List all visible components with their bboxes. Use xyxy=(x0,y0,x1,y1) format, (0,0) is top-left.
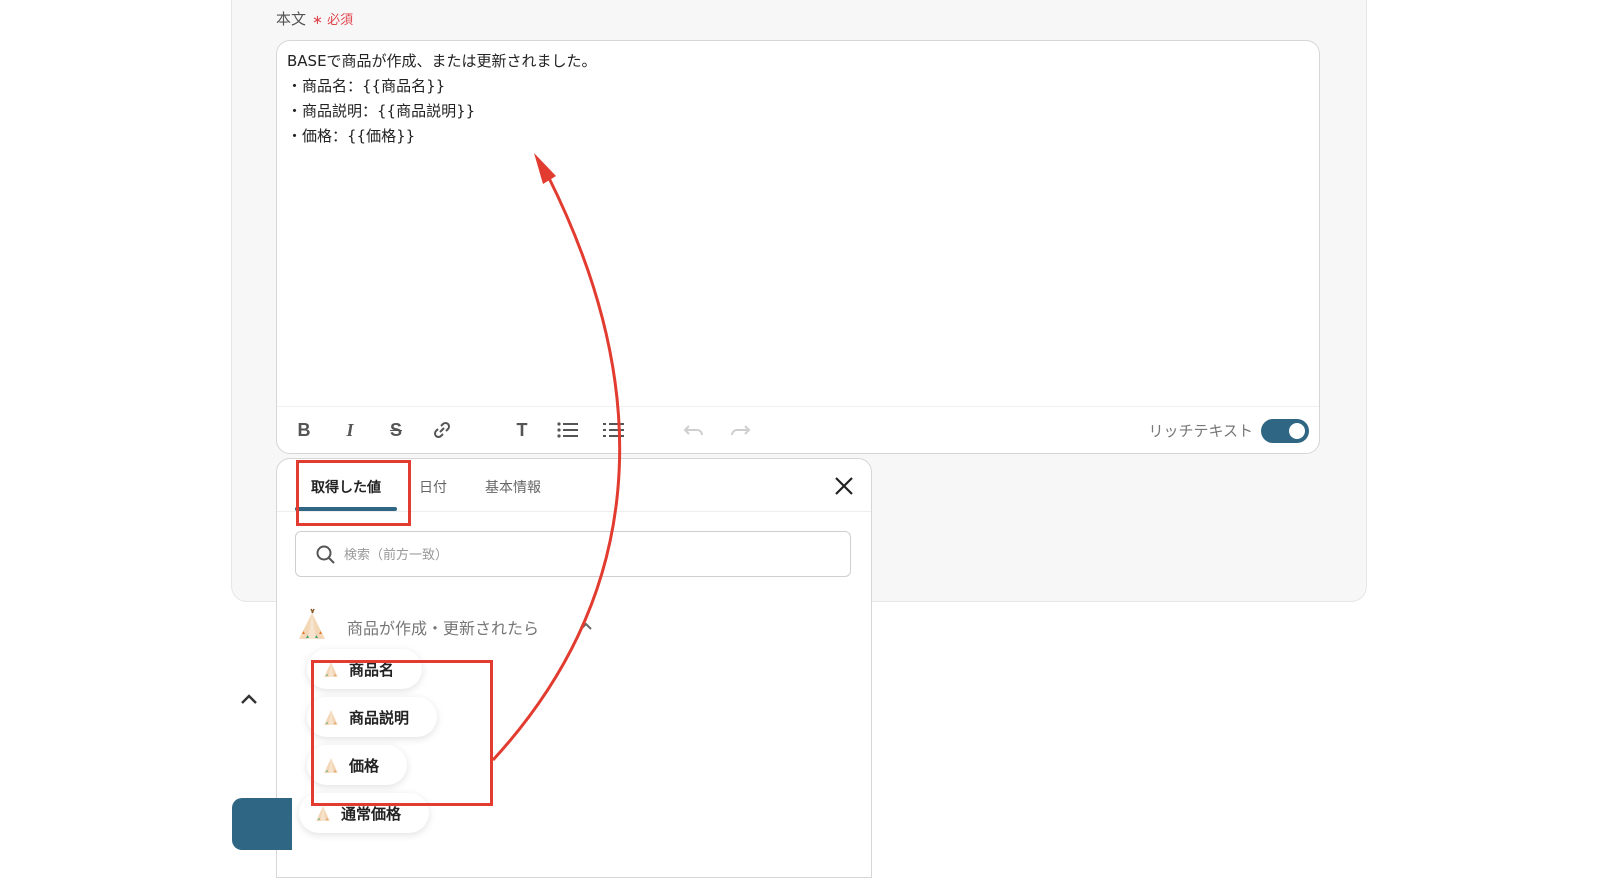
italic-button[interactable]: I xyxy=(337,417,363,443)
variable-chip-product-description[interactable]: 商品説明 xyxy=(307,697,438,737)
rich-text-label: リッチテキスト xyxy=(1148,422,1253,440)
numbered-list-icon xyxy=(603,423,624,437)
close-icon xyxy=(835,477,853,495)
search-box xyxy=(295,531,851,577)
chip-label: 商品名 xyxy=(349,660,395,679)
editor-line: ・商品説明：{{商品説明}} xyxy=(287,102,476,120)
editor-content[interactable]: BASEで商品が作成、または更新されました。 ・商品名：{{商品名}} ・商品説明：… xyxy=(287,49,597,149)
trigger-group-title: 商品が作成・更新されたら xyxy=(347,619,540,638)
undo-icon xyxy=(683,425,703,436)
editor-line: ・価格：{{価格}} xyxy=(287,127,416,145)
variable-chip-product-name[interactable]: 商品名 xyxy=(307,649,423,689)
active-tab-indicator xyxy=(295,507,397,511)
variable-chip-regular-price[interactable]: 通常価格 xyxy=(299,793,430,833)
tab-basic-info[interactable]: 基本情報 xyxy=(485,477,541,497)
editor-line: ・商品名：{{商品名}} xyxy=(287,77,446,95)
tent-icon xyxy=(324,758,338,773)
chip-label: 価格 xyxy=(349,756,380,775)
chevron-up-icon xyxy=(580,622,592,630)
required-text: 必須 xyxy=(327,13,354,28)
undo-button[interactable] xyxy=(681,417,707,443)
bullet-list-button[interactable] xyxy=(555,417,581,443)
required-mark: ∗ xyxy=(312,13,323,28)
rich-text-toggle[interactable] xyxy=(1261,419,1309,443)
close-button[interactable] xyxy=(833,475,855,497)
variable-picker-panel: 取得した値 日付 基本情報 商品が作成・更新されたら 商品名 商品説明 価格 xyxy=(276,458,872,878)
tent-icon xyxy=(324,710,338,725)
required-indicator: ∗ 必須 xyxy=(312,13,353,28)
body-editor[interactable]: BASEで商品が作成、または更新されました。 ・商品名：{{商品名}} ・商品説明：… xyxy=(276,40,1320,454)
picker-tabs: 取得した値 日付 基本情報 xyxy=(277,459,871,512)
tab-acquired-values[interactable]: 取得した値 xyxy=(311,477,381,497)
bullet-list-icon xyxy=(557,422,578,438)
search-input[interactable] xyxy=(342,541,826,569)
save-button[interactable] xyxy=(232,798,292,850)
chevron-up-icon xyxy=(241,694,257,704)
toggle-knob xyxy=(1289,423,1305,439)
tent-icon xyxy=(299,608,325,639)
tab-date[interactable]: 日付 xyxy=(419,477,447,497)
search-icon xyxy=(316,545,335,564)
variable-chip-price[interactable]: 価格 xyxy=(307,745,408,785)
heading-icon: T xyxy=(516,419,528,440)
chip-label: 通常価格 xyxy=(341,804,402,823)
link-icon xyxy=(433,421,451,439)
redo-button[interactable] xyxy=(727,417,753,443)
chip-label: 商品説明 xyxy=(349,708,410,727)
strikethrough-button[interactable]: S xyxy=(383,417,409,443)
bold-icon: B xyxy=(297,419,311,440)
tent-icon xyxy=(316,806,330,821)
editor-line: BASEで商品が作成、または更新されました。 xyxy=(287,52,597,70)
strikethrough-icon: S xyxy=(389,419,402,440)
body-field-label: 本文 ∗ 必須 xyxy=(276,8,353,29)
redo-icon xyxy=(731,425,751,436)
tent-icon xyxy=(324,662,338,677)
italic-icon: I xyxy=(346,419,354,440)
link-button[interactable] xyxy=(429,417,455,443)
editor-toolbar: B I S T リッチテキスト xyxy=(277,406,1319,453)
field-label-text: 本文 xyxy=(276,10,307,28)
heading-button[interactable]: T xyxy=(509,417,535,443)
numbered-list-button[interactable] xyxy=(601,417,627,443)
collapse-section-toggle[interactable] xyxy=(240,690,258,709)
bold-button[interactable]: B xyxy=(291,417,317,443)
